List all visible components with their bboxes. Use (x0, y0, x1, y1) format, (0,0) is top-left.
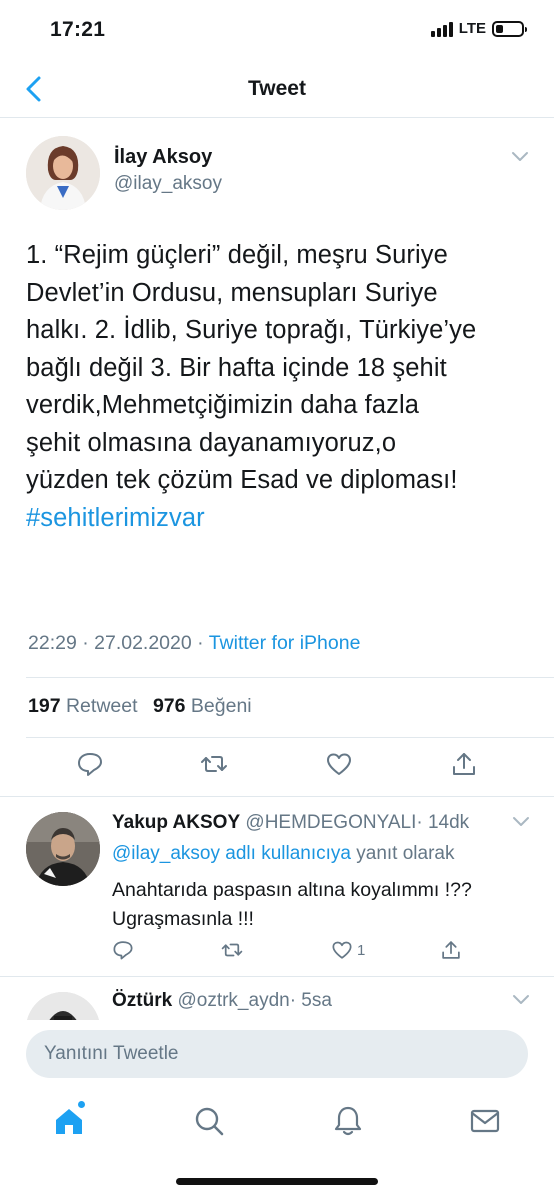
like-icon[interactable] (325, 750, 353, 778)
reply-avatar[interactable] (26, 812, 100, 886)
author-name[interactable]: İlay Aksoy (114, 146, 212, 169)
reply-author-name[interactable]: Yakup AKSOY (112, 812, 240, 833)
tweet-text-line: verdik,Mehmetçiğimizin daha fazla (26, 391, 420, 419)
tweet-source-link[interactable]: Twitter for iPhone (209, 632, 361, 654)
home-notification-dot (78, 1101, 85, 1108)
reply-header: Yakup AKSOY @HEMDEGONYALI· 14dk (112, 812, 469, 834)
tweet-text-line: 1. “Rejim güçleri” değil, meşru Suriye (26, 241, 448, 269)
reply-author-handle[interactable]: @HEMDEGONYALI (245, 812, 416, 833)
tab-bar (0, 1092, 554, 1200)
author-avatar[interactable] (26, 136, 100, 210)
reply-text-line: Anahtarıda paspasın altına koyalımmı !?? (112, 879, 472, 901)
divider (0, 796, 554, 797)
reply-icon (113, 941, 133, 960)
chevron-down-icon[interactable] (512, 816, 530, 828)
reply-retweet-button[interactable] (221, 938, 243, 962)
nav-header: Tweet (0, 62, 554, 118)
retweet-icon (221, 943, 243, 957)
search-icon[interactable] (192, 1104, 226, 1138)
chevron-down-icon[interactable] (510, 150, 530, 164)
reply-context: @ilay_aksoy adlı kullanıcıya yanıt olara… (112, 843, 454, 865)
network-type: LTE (458, 20, 486, 37)
reply-tweet[interactable]: Yakup AKSOY @HEMDEGONYALI· 14dk @ilay_ak… (0, 798, 554, 976)
battery-level (496, 24, 504, 33)
chevron-down-icon[interactable] (512, 994, 530, 1006)
reply-actions: 1 (0, 938, 554, 964)
tweet-meta: 22:29 · 27.02.2020 · Twitter for iPhone (28, 632, 360, 655)
reply-header: Öztürk @oztrk_aydn· 5sa (112, 990, 332, 1012)
status-time: 17:21 (50, 18, 106, 41)
tweet-actions (0, 750, 554, 782)
tweet-text-line: Devlet’in Ordusu, mensupları Suriye (26, 278, 438, 307)
status-indicators: LTE (430, 20, 527, 37)
reply-avatar[interactable] (26, 992, 100, 1020)
retweet-icon[interactable] (200, 750, 228, 778)
reply-to-mention[interactable]: @ilay_aksoy adlı kullanıcıya (112, 843, 351, 864)
home-icon[interactable] (52, 1104, 86, 1138)
reply-time: · 5sa (289, 990, 332, 1011)
reply-composer: Yanıtını Tweetle (0, 1020, 554, 1092)
reply-share-button[interactable] (440, 938, 462, 962)
like-label[interactable]: Beğeni (191, 695, 252, 717)
reply-tweet[interactable]: Öztürk @oztrk_aydn· 5sa (0, 976, 554, 1020)
reply-to-suffix: yanıt olarak (350, 843, 455, 864)
divider (26, 737, 554, 738)
reply-text: Anahtarıda paspasın altına koyalımmı !??… (112, 876, 532, 933)
hashtag-link[interactable]: #sehitlerimizvar (26, 500, 536, 538)
retweet-label[interactable]: Retweet (66, 695, 138, 717)
page-title: Tweet (248, 77, 306, 100)
tweet-text-line: şehit olmasına dayanamıyoruz,o (26, 428, 397, 457)
share-icon (442, 941, 460, 959)
status-bar: 17:21 LTE (0, 0, 554, 62)
reply-like-button[interactable]: 1 (331, 938, 365, 962)
reply-reply-button[interactable] (112, 938, 134, 962)
tweet-timestamp: 22:29 · 27.02.2020 · (28, 632, 209, 654)
reply-text-line: Ugraşmasınla !!! (112, 907, 254, 930)
reply-input[interactable]: Yanıtını Tweetle (26, 1030, 528, 1078)
reply-author-handle[interactable]: @oztrk_aydn (177, 990, 289, 1011)
share-icon[interactable] (450, 750, 478, 778)
reply-like-count: 1 (357, 941, 366, 959)
home-indicator (176, 1178, 378, 1185)
signal-icon (430, 21, 453, 37)
notifications-icon[interactable] (331, 1104, 365, 1138)
tweet-text-line: yüzden tek çözüm Esad ve diploması! (26, 466, 458, 494)
author-handle[interactable]: @ilay_aksoy (114, 173, 222, 195)
retweet-count[interactable]: 197 (28, 695, 61, 717)
tweet-stats: 197 Retweet 976 Beğeni (28, 695, 252, 718)
reply-time: · 14dk (416, 812, 470, 833)
tweet-text-line: bağlı değil 3. Bir hafta içinde 18 şehit (26, 353, 447, 382)
reply-author-name[interactable]: Öztürk (112, 990, 172, 1011)
tweet-text-line: halkı. 2. İdlib, Suriye toprağı, Türkiye… (26, 316, 477, 344)
like-icon (332, 941, 352, 959)
tweet-text: 1. “Rejim güçleri” değil, meşru Suriye D… (26, 237, 536, 537)
reply-icon[interactable] (76, 750, 104, 778)
divider (26, 677, 554, 678)
battery-icon (492, 20, 527, 37)
messages-icon[interactable] (468, 1104, 502, 1138)
like-count[interactable]: 976 (153, 695, 186, 717)
